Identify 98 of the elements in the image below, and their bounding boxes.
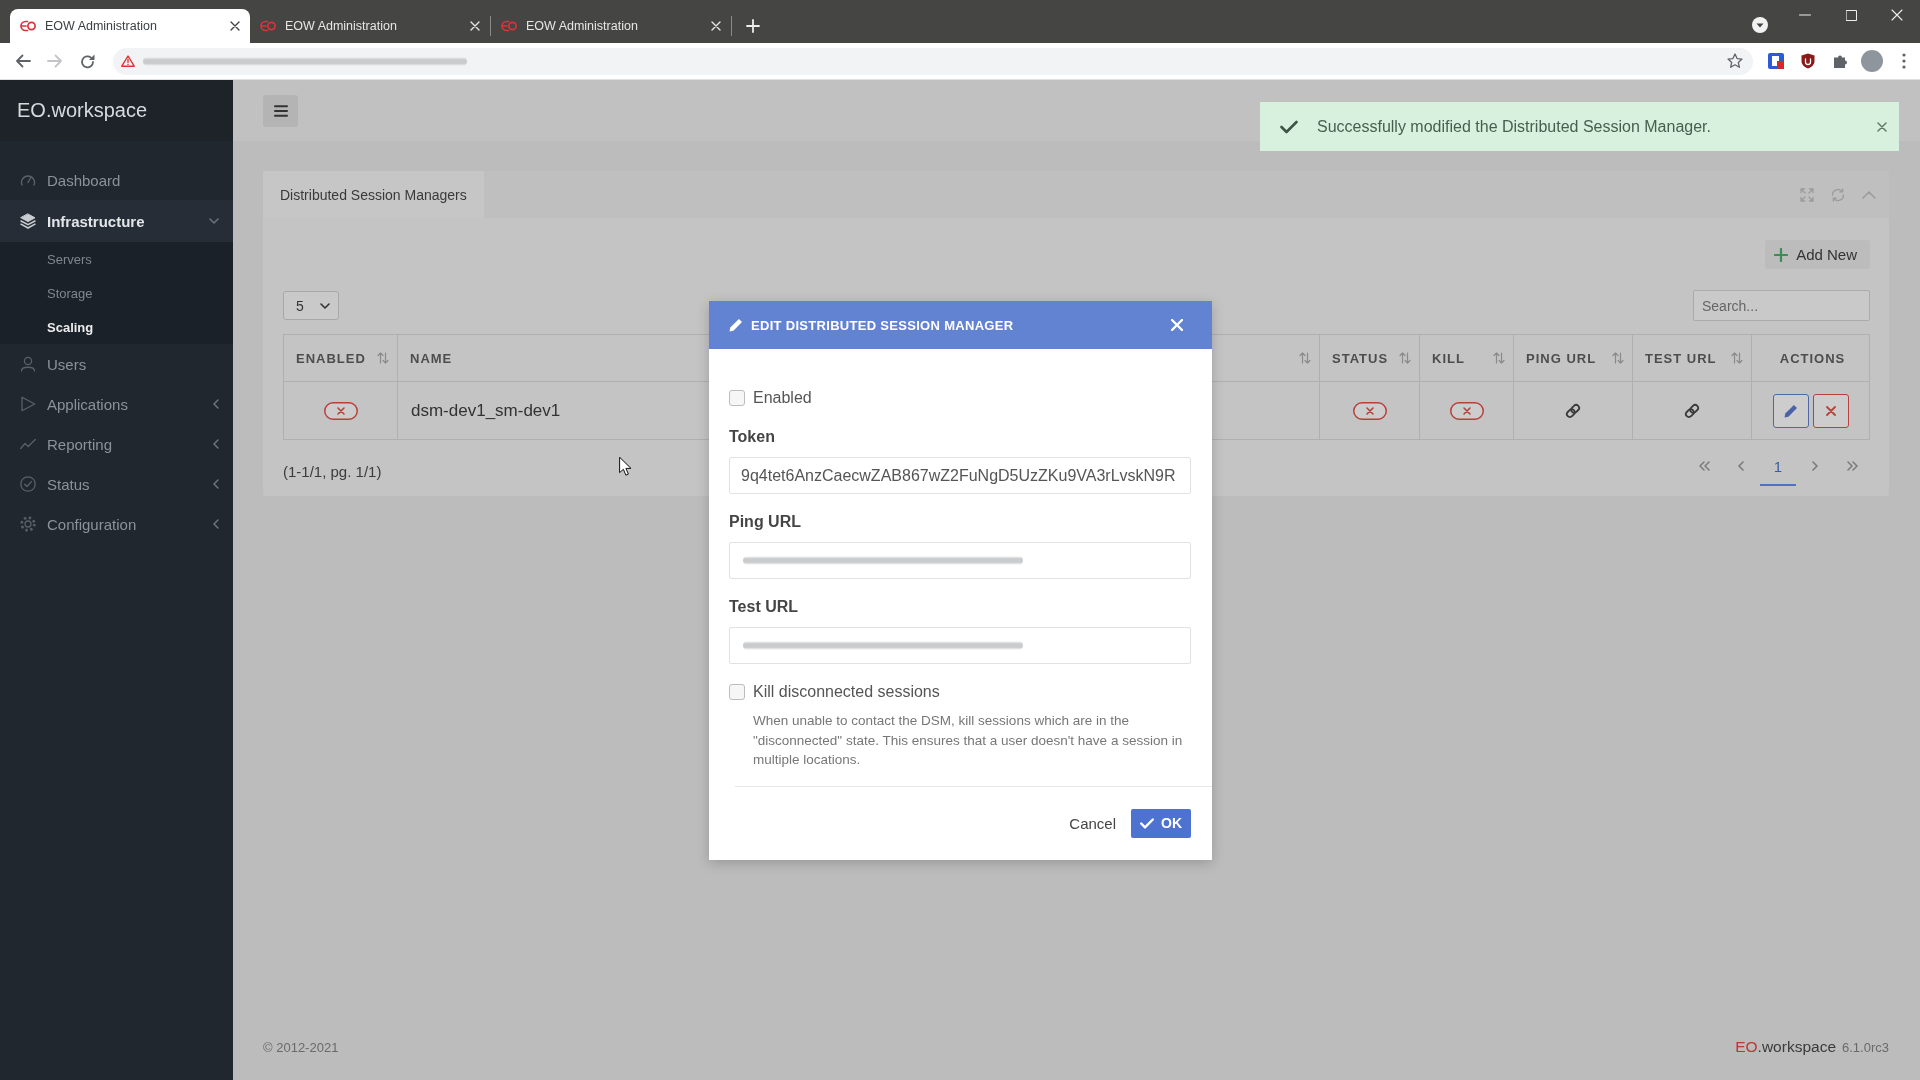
pagination-summary: (1-1/1, pg. 1/1) xyxy=(283,462,382,482)
chevron-left-icon[interactable] xyxy=(213,519,219,529)
help-text: When unable to contact the DSM, kill sessions which are in the "disconnected" state. This ensures that a user doesn't have a session in multiple locations. xyxy=(753,712,1183,769)
add-new-button[interactable]: Add New xyxy=(1765,240,1870,269)
submenu-item[interactable]: Storage xyxy=(0,276,233,310)
page-size-select[interactable]: 5 xyxy=(283,291,339,320)
nav-item[interactable]: Status xyxy=(0,464,233,504)
field-label: Token xyxy=(729,427,776,447)
logo: EO.workspace xyxy=(1735,1038,1836,1056)
column-header[interactable]: KILL xyxy=(1432,350,1465,366)
column-header[interactable]: ENABLED xyxy=(296,350,366,366)
double-chevron-left-icon[interactable] xyxy=(1698,461,1710,471)
column-header[interactable]: ACTIONS xyxy=(1779,350,1846,366)
checkbox[interactable] xyxy=(729,390,745,406)
dialog-title: EDIT DISTRIBUTED SESSION MANAGER xyxy=(751,317,1015,333)
browser-tab[interactable]: EOW Administration xyxy=(491,9,731,43)
gear-icon xyxy=(20,516,36,532)
chevron-left-icon[interactable] xyxy=(1738,461,1744,471)
page-button[interactable]: 1 xyxy=(1760,448,1796,486)
browser-tab[interactable]: EOW Administration xyxy=(250,9,490,43)
sort-icon[interactable] xyxy=(1399,352,1411,364)
nav-item[interactable]: Reporting xyxy=(0,424,233,464)
puzzle-icon[interactable] xyxy=(1833,54,1847,68)
browser-tab[interactable]: EOW Administration xyxy=(10,9,250,43)
chevron-left-icon[interactable] xyxy=(213,399,219,409)
sort-icon[interactable] xyxy=(1493,352,1505,364)
extension-icon[interactable] xyxy=(1768,53,1784,69)
search-field[interactable]: Search... xyxy=(1693,290,1870,321)
line-chart-icon xyxy=(20,436,36,452)
shield-icon[interactable] xyxy=(1801,53,1815,69)
check-icon xyxy=(1280,119,1298,134)
copyright-text: © 2012-2021 xyxy=(263,1039,339,1055)
text-field[interactable]: 9q4tet6AnzCaecwZAB867wZ2FuNgD5UzZKu9VA3rLvskN9R xyxy=(729,457,1191,494)
sort-icon[interactable] xyxy=(1731,352,1743,364)
sort-icon[interactable] xyxy=(377,352,389,364)
link-icon[interactable] xyxy=(1565,402,1581,419)
pencil-icon xyxy=(729,318,743,332)
chevron-down-icon[interactable] xyxy=(209,218,219,224)
plus-icon[interactable] xyxy=(746,19,760,33)
check-circle-icon xyxy=(20,476,36,492)
table-cell: dsm-dev1_sm-dev1 xyxy=(411,400,561,421)
star-icon[interactable] xyxy=(1727,53,1743,69)
logo-icon xyxy=(20,20,36,32)
column-header[interactable]: TEST URL xyxy=(1645,350,1717,366)
nav-item[interactable]: Infrastructure xyxy=(0,200,233,242)
cross-icon xyxy=(1825,405,1836,416)
sort-icon[interactable] xyxy=(1612,352,1624,364)
mouse-pointer-icon xyxy=(619,457,631,476)
menu-button[interactable] xyxy=(263,94,298,127)
cancel-button[interactable]: Cancel xyxy=(1059,808,1126,838)
logo-icon xyxy=(501,20,517,32)
dropdown-circle-icon[interactable] xyxy=(1752,17,1768,33)
close-icon[interactable] xyxy=(230,21,240,31)
more-menu-icon[interactable] xyxy=(1902,53,1906,69)
toast-message: Successfully modified the Distributed Session Manager. xyxy=(1317,117,1712,136)
pencil-icon xyxy=(1783,403,1798,418)
gauge-icon xyxy=(20,172,36,188)
avatar-icon[interactable] xyxy=(1861,50,1883,72)
edit-button[interactable] xyxy=(1772,393,1809,428)
field-label: Ping URL xyxy=(729,512,802,532)
column-header[interactable]: STATUS xyxy=(1332,350,1389,366)
submenu-item[interactable]: Scaling xyxy=(0,310,233,344)
checkbox-label: Kill disconnected sessions xyxy=(753,683,940,701)
submenu-item[interactable]: Servers xyxy=(0,242,233,276)
nav-item[interactable]: Configuration xyxy=(0,504,233,544)
layers-icon xyxy=(20,213,36,229)
text-field[interactable] xyxy=(729,542,1191,579)
chevron-left-icon[interactable] xyxy=(213,479,219,489)
field-label: Test URL xyxy=(729,597,800,617)
double-chevron-right-icon[interactable] xyxy=(1846,461,1858,471)
plus-icon xyxy=(1774,247,1789,262)
ok-button[interactable]: OK xyxy=(1131,808,1191,838)
chevron-left-icon[interactable] xyxy=(213,439,219,449)
chevron-down-icon xyxy=(320,302,330,309)
nav-item[interactable]: Applications xyxy=(0,384,233,424)
panel-title: Distributed Session Managers xyxy=(263,171,484,218)
column-header[interactable]: NAME xyxy=(410,350,453,366)
link-icon[interactable] xyxy=(1684,402,1700,419)
play-icon xyxy=(20,396,36,412)
checkbox[interactable] xyxy=(729,684,745,700)
text-field[interactable] xyxy=(729,627,1191,664)
warning-icon xyxy=(121,55,135,67)
chevron-right-icon[interactable] xyxy=(1812,461,1818,471)
logo: EO.workspace xyxy=(17,99,148,122)
back-arrow-icon[interactable] xyxy=(15,54,31,68)
column-header[interactable]: PING URL xyxy=(1526,350,1597,366)
logo-icon xyxy=(260,20,276,32)
nav-item[interactable]: Users xyxy=(0,344,233,384)
user-icon xyxy=(20,356,36,372)
delete-button[interactable] xyxy=(1812,393,1849,428)
menu-icon xyxy=(273,104,288,117)
reload-icon[interactable] xyxy=(79,53,95,69)
check-icon xyxy=(1140,817,1154,829)
checkbox-label: Enabled xyxy=(753,389,812,407)
nav-item[interactable]: Dashboard xyxy=(0,160,233,200)
maximize-icon[interactable] xyxy=(1845,9,1857,21)
sort-icon[interactable] xyxy=(1299,352,1311,364)
version-text: 6.1.0rc3 xyxy=(1842,1040,1889,1055)
